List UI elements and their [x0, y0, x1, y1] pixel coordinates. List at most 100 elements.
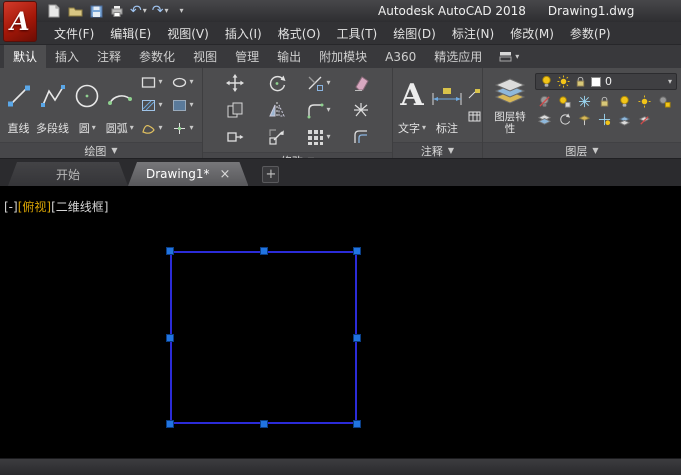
close-icon[interactable]: ×	[220, 168, 231, 181]
offset-tool[interactable]	[342, 124, 380, 150]
ribbon-tab-insert[interactable]: 插入	[46, 45, 88, 68]
grip-top-right[interactable]	[353, 247, 361, 255]
ribbon-tab-output[interactable]: 输出	[268, 45, 310, 68]
chevron-down-icon[interactable]: ▾	[189, 101, 193, 109]
menu-format[interactable]: 格式(O)	[270, 22, 329, 45]
menu-edit[interactable]: 编辑(E)	[102, 22, 159, 45]
layer-previous-tool[interactable]	[555, 111, 574, 128]
ribbon-tab-addins[interactable]: 附加模块	[310, 45, 376, 68]
layer-thaw-tool[interactable]	[635, 93, 654, 110]
open-file-button[interactable]	[67, 2, 83, 20]
mirror-tool[interactable]	[258, 97, 296, 123]
menu-parametric[interactable]: 参数(P)	[562, 22, 619, 45]
ribbon-tab-home[interactable]: 默认	[4, 45, 46, 68]
chevron-down-icon[interactable]: ▾	[158, 124, 162, 132]
layer-lock-tool[interactable]	[595, 93, 614, 110]
chevron-down-icon[interactable]: ▾	[326, 133, 330, 141]
autocad-app-button[interactable]: A	[3, 1, 37, 42]
ribbon-display-options-button[interactable]: ▾	[491, 45, 527, 68]
menu-insert[interactable]: 插入(I)	[217, 22, 270, 45]
ellipse-tool[interactable]: ▾	[168, 71, 198, 93]
selected-rectangle[interactable]	[170, 251, 357, 424]
chevron-down-icon[interactable]: ▾	[326, 106, 330, 114]
chevron-down-icon[interactable]: ▾	[326, 79, 330, 87]
hatch-tool[interactable]: ▾	[137, 94, 167, 116]
layer-walk-tool[interactable]	[575, 111, 594, 128]
trim-tool[interactable]: ▾	[300, 70, 338, 96]
save-button[interactable]	[88, 2, 104, 20]
ribbon-tab-parametric[interactable]: 参数化	[130, 45, 184, 68]
layer-merge-tool[interactable]	[615, 111, 634, 128]
rectangle-outline[interactable]	[170, 251, 357, 424]
layer-unisolate-tool[interactable]	[655, 93, 674, 110]
table-tool[interactable]	[467, 106, 481, 128]
viewport-menu-control[interactable]: [-]	[4, 200, 18, 214]
grip-bottom-left[interactable]	[166, 420, 174, 428]
leader-tool[interactable]	[467, 83, 481, 105]
ribbon-tab-a360[interactable]: A360	[376, 45, 425, 68]
menu-draw[interactable]: 绘图(D)	[385, 22, 444, 45]
layer-dropdown[interactable]: 0 ▾	[535, 73, 677, 90]
undo-button[interactable]: ↶ ▾	[130, 2, 147, 20]
chevron-down-icon[interactable]: ▾	[158, 78, 162, 86]
point-tool[interactable]: ▾	[168, 117, 198, 139]
layer-on-tool[interactable]	[615, 93, 634, 110]
grip-bottom-mid[interactable]	[260, 420, 268, 428]
layer-delete-tool[interactable]	[635, 111, 654, 128]
drawing-canvas[interactable]: [-][俯视][二维线框]	[0, 186, 681, 458]
chevron-down-icon[interactable]: ▾	[422, 124, 426, 132]
scale-tool[interactable]	[258, 124, 296, 150]
fillet-tool[interactable]: ▾	[300, 97, 338, 123]
layer-freeze-tool[interactable]	[575, 93, 594, 110]
copy-tool[interactable]	[216, 97, 254, 123]
viewport-visual-style-control[interactable]: [二维线框]	[51, 200, 108, 214]
layer-off-tool[interactable]	[535, 93, 554, 110]
chevron-down-icon[interactable]: ▾	[189, 124, 193, 132]
redo-button[interactable]: ↷ ▾	[152, 2, 169, 20]
panel-label-annotation[interactable]: 注释▼	[393, 142, 482, 158]
chevron-down-icon[interactable]: ▾	[164, 7, 168, 15]
stretch-tool[interactable]	[216, 124, 254, 150]
chevron-down-icon[interactable]: ▾	[668, 78, 672, 86]
arc-tool[interactable]: 圆弧▾	[105, 71, 136, 139]
layer-freeze-other-tool[interactable]	[595, 111, 614, 128]
ribbon-tab-annotate[interactable]: 注释	[88, 45, 130, 68]
array-tool[interactable]: ▾	[300, 124, 338, 150]
circle-tool[interactable]: 圆▾	[72, 71, 103, 139]
grip-top-left[interactable]	[166, 247, 174, 255]
layer-isolate-tool[interactable]	[555, 93, 574, 110]
gradient-tool[interactable]: ▾	[168, 94, 198, 116]
chevron-down-icon[interactable]: ▾	[158, 101, 162, 109]
panel-label-draw[interactable]: 绘图▼	[0, 142, 202, 158]
chevron-down-icon[interactable]: ▾	[189, 78, 193, 86]
file-tab-start[interactable]: 开始	[8, 162, 128, 186]
polyline-tool[interactable]: 多段线	[35, 71, 70, 139]
command-line-bar[interactable]	[0, 458, 681, 475]
dimension-tool[interactable]: 标注	[429, 71, 465, 139]
rectangle-tool[interactable]: ▾	[137, 71, 167, 93]
rotate-tool[interactable]	[258, 70, 296, 96]
ribbon-tab-manage[interactable]: 管理	[226, 45, 268, 68]
panel-label-layers[interactable]: 图层▼	[483, 142, 681, 158]
menu-dimension[interactable]: 标注(N)	[444, 22, 502, 45]
erase-tool[interactable]	[342, 70, 380, 96]
plot-button[interactable]	[109, 2, 125, 20]
chevron-down-icon[interactable]: ▾	[143, 7, 147, 15]
viewport-view-control[interactable]: [俯视]	[18, 200, 51, 214]
layer-match-tool[interactable]	[535, 111, 554, 128]
menu-tools[interactable]: 工具(T)	[329, 22, 386, 45]
grip-mid-left[interactable]	[166, 334, 174, 342]
qat-customize-button[interactable]: ▾	[174, 2, 190, 20]
chevron-down-icon[interactable]: ▾	[92, 124, 96, 132]
menu-file[interactable]: 文件(F)	[46, 22, 102, 45]
ribbon-tab-featured-apps[interactable]: 精选应用	[425, 45, 491, 68]
menu-view[interactable]: 视图(V)	[159, 22, 217, 45]
text-tool[interactable]: A 文字▾	[397, 71, 427, 139]
layer-properties-tool[interactable]: 图层特性	[487, 71, 533, 139]
grip-bottom-right[interactable]	[353, 420, 361, 428]
chevron-down-icon[interactable]: ▾	[130, 124, 134, 132]
new-file-button[interactable]	[46, 2, 62, 20]
boundary-tool[interactable]: ▾	[137, 117, 167, 139]
ribbon-tab-view[interactable]: 视图	[184, 45, 226, 68]
explode-tool[interactable]	[342, 97, 380, 123]
